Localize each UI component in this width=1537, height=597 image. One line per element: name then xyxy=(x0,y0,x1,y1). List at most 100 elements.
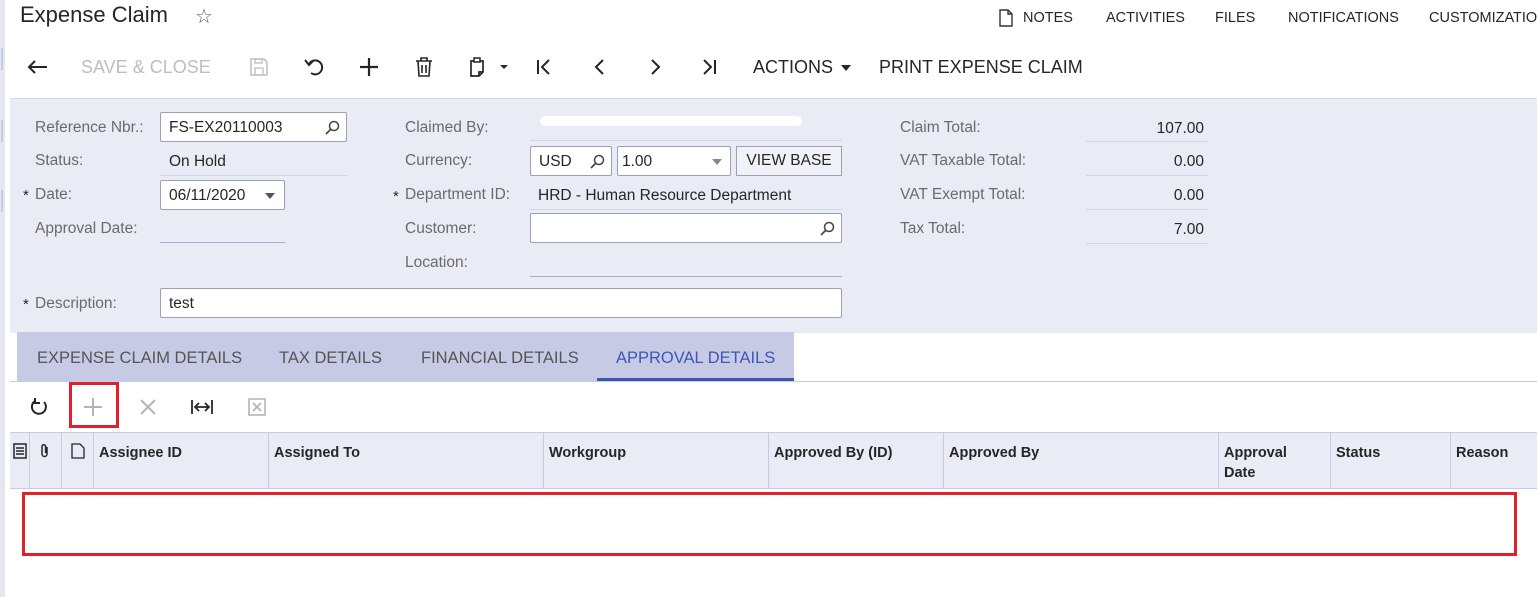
undo-icon[interactable] xyxy=(302,55,326,79)
required-mark: * xyxy=(23,296,29,313)
date-field[interactable]: 06/11/2020 xyxy=(160,180,285,210)
col-approval-date-label: Approval Date xyxy=(1224,445,1287,481)
excel-export-icon[interactable] xyxy=(244,393,270,421)
nav-notes[interactable]: NOTES xyxy=(1023,10,1073,26)
date-label: Date: xyxy=(35,186,73,203)
col-status-label: Status xyxy=(1336,445,1381,461)
description-field[interactable]: test xyxy=(160,288,842,318)
col-approved-by-label: Approved By xyxy=(949,445,1040,461)
claimed-by-label: Claimed By: xyxy=(405,119,489,136)
refresh-icon[interactable] xyxy=(26,393,52,421)
nav-activities[interactable]: ACTIVITIES xyxy=(1106,10,1185,26)
top-nav: NOTES ACTIVITIES FILES NOTIFICATIONS CUS… xyxy=(996,9,1537,29)
tabs-divider xyxy=(10,381,1537,382)
detail-tabs: EXPENSE CLAIM DETAILS TAX DETAILS FINANC… xyxy=(17,332,794,381)
favorite-star-icon[interactable]: ☆ xyxy=(195,4,213,29)
customer-label: Customer: xyxy=(405,220,477,237)
tax-total-value: 7.00 xyxy=(1173,221,1204,238)
status-value: On Hold xyxy=(169,153,226,170)
nav-notifications[interactable]: NOTIFICATIONS xyxy=(1288,10,1399,26)
chevron-down-icon[interactable] xyxy=(265,193,275,199)
empty-grid-highlight xyxy=(22,492,1517,556)
date-value: 06/11/2020 xyxy=(169,187,246,204)
fit-columns-icon[interactable] xyxy=(189,393,215,421)
description-label: Description: xyxy=(35,295,117,312)
approval-grid-header: Assignee ID Assigned To Workgroup Approv… xyxy=(10,432,1537,489)
clipboard-dropdown-icon[interactable] xyxy=(467,55,513,79)
tab-financial-details[interactable]: FINANCIAL DETAILS xyxy=(421,349,579,368)
tab-tax-details[interactable]: TAX DETAILS xyxy=(279,349,382,368)
vat-exempt-label: VAT Exempt Total: xyxy=(900,186,1026,203)
claimed-by-value-redacted xyxy=(540,116,802,126)
col-assigned-to-label: Assigned To xyxy=(274,445,360,461)
vat-taxable-value: 0.00 xyxy=(1173,153,1204,170)
claim-total-label: Claim Total: xyxy=(900,119,981,136)
first-record-icon[interactable] xyxy=(533,55,555,79)
required-mark: * xyxy=(23,187,29,204)
print-expense-claim-button[interactable]: PRINT EXPENSE CLAIM xyxy=(879,57,1083,78)
currency-label: Currency: xyxy=(405,152,473,169)
left-rail xyxy=(0,0,5,597)
col-approved-by-id-label: Approved By (ID) xyxy=(774,445,893,461)
currency-rate-value: 1.00 xyxy=(622,153,653,170)
col-notes[interactable] xyxy=(62,433,94,489)
save-icon[interactable] xyxy=(247,55,271,79)
col-workgroup-label: Workgroup xyxy=(549,445,627,461)
delete-icon[interactable] xyxy=(413,55,435,79)
claim-total-value: 107.00 xyxy=(1156,120,1204,137)
paperclip-icon xyxy=(41,443,48,458)
note-icon xyxy=(71,443,85,459)
last-record-icon[interactable] xyxy=(698,55,720,79)
summary-form: Reference Nbr.: FS-EX20110003 Status: On… xyxy=(10,98,1537,333)
reference-nbr-field[interactable]: FS-EX20110003 xyxy=(160,112,347,142)
currency-field[interactable]: USD xyxy=(530,146,612,176)
col-assigned-to[interactable]: Assigned To xyxy=(269,433,544,489)
save-close-button[interactable]: SAVE & CLOSE xyxy=(81,57,211,78)
customer-field[interactable] xyxy=(530,213,842,243)
col-workgroup[interactable]: Workgroup xyxy=(544,433,769,489)
delete-row-icon[interactable] xyxy=(135,393,161,421)
tab-expense-claim-details[interactable]: EXPENSE CLAIM DETAILS xyxy=(37,349,242,368)
status-label: Status: xyxy=(35,152,84,169)
col-approved-by[interactable]: Approved By xyxy=(944,433,1219,489)
reference-nbr-value: FS-EX20110003 xyxy=(169,119,283,136)
next-record-icon[interactable] xyxy=(644,55,666,79)
search-icon[interactable] xyxy=(325,120,340,135)
nav-customization[interactable]: CUSTOMIZATION xyxy=(1429,10,1537,26)
row-files-icon xyxy=(13,443,27,459)
page-title: Expense Claim xyxy=(20,2,168,27)
view-base-button[interactable]: VIEW BASE xyxy=(736,146,842,176)
add-icon[interactable] xyxy=(357,55,381,79)
col-reason[interactable]: Reason xyxy=(1451,433,1537,489)
chevron-down-icon xyxy=(841,65,852,72)
location-field[interactable] xyxy=(530,276,842,277)
col-approval-date[interactable]: Approval Date xyxy=(1219,433,1331,489)
previous-record-icon[interactable] xyxy=(589,55,611,79)
tab-approval-details[interactable]: APPROVAL DETAILS xyxy=(616,349,775,368)
department-value[interactable]: HRD - Human Resource Department xyxy=(538,187,791,205)
col-reason-label: Reason xyxy=(1456,445,1509,461)
nav-files[interactable]: FILES xyxy=(1215,10,1255,26)
chevron-down-icon[interactable] xyxy=(712,159,722,165)
approval-date-field[interactable] xyxy=(160,242,285,243)
search-icon[interactable] xyxy=(590,154,605,169)
vat-taxable-label: VAT Taxable Total: xyxy=(900,152,1027,169)
required-mark: * xyxy=(393,188,399,205)
description-value: test xyxy=(169,295,194,312)
notes-icon[interactable] xyxy=(999,9,1013,27)
col-attachment[interactable] xyxy=(30,433,62,489)
currency-rate-field[interactable]: 1.00 xyxy=(617,146,731,176)
col-assignee-id-label: Assignee ID xyxy=(99,445,182,461)
vat-exempt-value: 0.00 xyxy=(1173,187,1204,204)
col-approved-by-id[interactable]: Approved By (ID) xyxy=(769,433,944,489)
actions-menu[interactable]: ACTIONS xyxy=(753,57,852,78)
col-files[interactable] xyxy=(10,433,30,489)
col-assignee-id[interactable]: Assignee ID xyxy=(94,433,269,489)
reference-nbr-label: Reference Nbr.: xyxy=(35,119,144,136)
col-status[interactable]: Status xyxy=(1331,433,1451,489)
add-row-highlight xyxy=(69,382,119,428)
currency-value: USD xyxy=(539,153,572,170)
back-icon[interactable] xyxy=(24,55,50,79)
approval-date-label: Approval Date: xyxy=(35,220,138,237)
search-icon[interactable] xyxy=(820,221,835,236)
